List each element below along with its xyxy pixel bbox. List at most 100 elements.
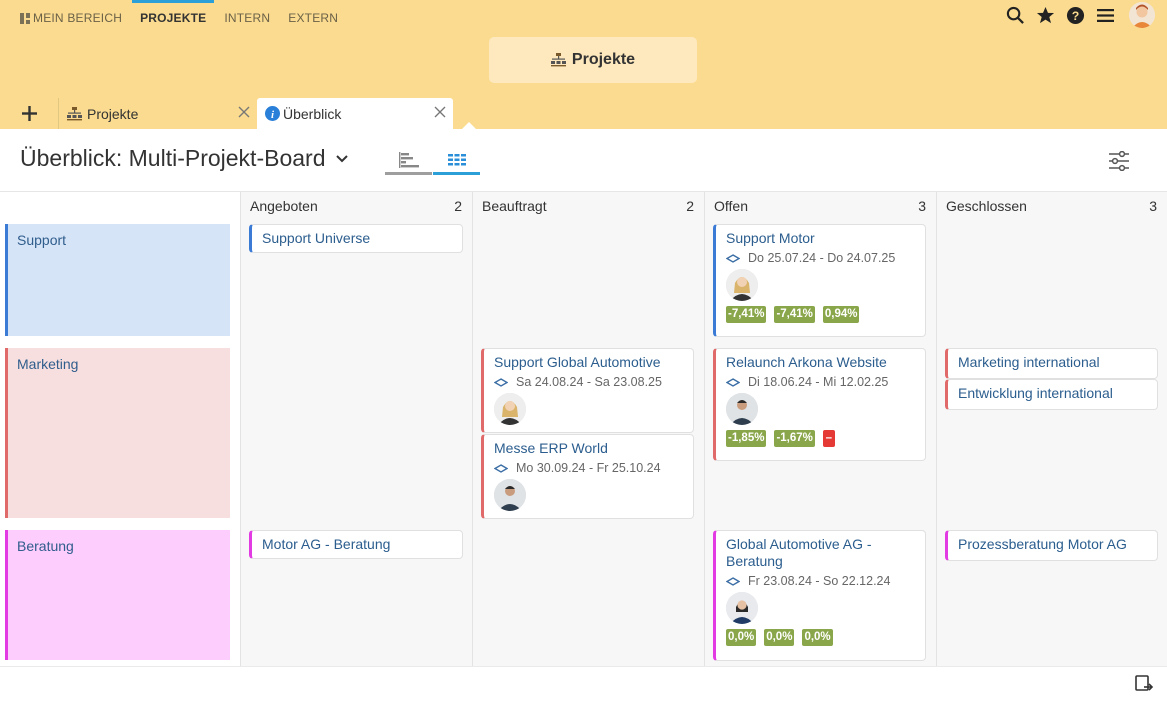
kpi-badge: 0,94%: [822, 306, 860, 323]
kpi-badge: -1,85%: [726, 430, 767, 447]
card-title: Support Universe: [262, 230, 371, 246]
milestone-icon: [726, 576, 740, 586]
card-title: Entwicklung international: [958, 385, 1113, 401]
gantt-icon: [398, 152, 419, 168]
project-card[interactable]: Marketing international: [945, 348, 1158, 379]
column-count: 3: [918, 198, 926, 214]
view-toggle: [385, 148, 480, 175]
hierarchy-icon: [67, 106, 82, 120]
user-avatar[interactable]: [1129, 2, 1155, 28]
nav-label: MEIN BEREICH: [33, 11, 123, 25]
tab-bar: Projekte i Überblick: [0, 98, 1167, 129]
close-icon[interactable]: [238, 106, 250, 118]
nav-label: INTERN: [224, 11, 271, 25]
footer-bar: [0, 666, 1167, 703]
board-title-dropdown[interactable]: Überblick: Multi-Projekt-Board: [20, 145, 349, 172]
column-count: 2: [454, 198, 462, 214]
project-card[interactable]: Support Universe: [249, 224, 463, 253]
date-range: Do 25.07.24 - Do 24.07.25: [748, 251, 896, 265]
project-card[interactable]: Relaunch Arkona Website Di 18.06.24 - Mi…: [713, 348, 926, 461]
nav-intern[interactable]: INTERN: [224, 7, 270, 29]
svg-text:?: ?: [1071, 8, 1079, 22]
kpi-badge: -7,41%: [774, 306, 815, 323]
chevron-down-icon: [336, 155, 349, 163]
nav-label: EXTERN: [288, 11, 339, 25]
milestone-icon: [494, 463, 508, 473]
filter-settings-icon[interactable]: [1108, 150, 1130, 176]
close-icon[interactable]: [434, 106, 446, 118]
help-icon[interactable]: ?: [1065, 5, 1085, 25]
star-icon[interactable]: [1035, 5, 1055, 25]
card-title: Prozessberatung Motor AG: [958, 536, 1127, 552]
nav-projekte[interactable]: PROJEKTE: [132, 0, 215, 29]
column-header: Offen 3: [714, 198, 926, 214]
kpi-row: -7,41% -7,41% 0,94%: [726, 306, 915, 323]
card-title: Global Automotive AG - Beratung: [726, 536, 872, 569]
app-header: MEIN BEREICH PROJEKTE INTERN EXTERN ? Pr: [0, 0, 1167, 129]
nav-mein-bereich[interactable]: MEIN BEREICH: [20, 7, 122, 29]
card-title: Relaunch Arkona Website: [726, 354, 887, 370]
nav-extern[interactable]: EXTERN: [288, 7, 338, 29]
tab-notch: [462, 122, 476, 129]
card-dates: Di 18.06.24 - Mi 12.02.25: [726, 375, 915, 389]
kpi-alert-badge: –: [822, 430, 835, 447]
project-card[interactable]: Support Motor Do 25.07.24 - Do 24.07.25 …: [713, 224, 926, 337]
board-view-button[interactable]: [433, 148, 480, 175]
person-avatar[interactable]: [726, 592, 758, 624]
column-header: Beauftragt 2: [482, 198, 694, 214]
gantt-view-button[interactable]: [385, 148, 432, 175]
tab-label: Projekte: [87, 105, 139, 122]
project-card[interactable]: Entwicklung international: [945, 379, 1158, 410]
project-card[interactable]: Messe ERP World Mo 30.09.24 - Fr 25.10.2…: [481, 434, 694, 519]
date-range: Mo 30.09.24 - Fr 25.10.24: [516, 461, 661, 475]
column-title: Beauftragt: [482, 198, 547, 214]
person-avatar[interactable]: [494, 479, 526, 511]
board-title: Überblick: Multi-Projekt-Board: [20, 145, 326, 171]
project-card[interactable]: Prozessberatung Motor AG: [945, 530, 1158, 561]
card-dates: Do 25.07.24 - Do 24.07.25: [726, 251, 915, 265]
plus-icon: [21, 106, 37, 121]
page-title: Projekte: [571, 51, 636, 68]
kanban-board: Angeboten 2 Beauftragt 2 Offen 3 Geschlo…: [0, 191, 1167, 666]
column-title: Geschlossen: [946, 198, 1027, 214]
project-card[interactable]: Global Automotive AG - Beratung Fr 23.08…: [713, 530, 926, 661]
person-avatar[interactable]: [726, 269, 758, 301]
person-avatar[interactable]: [494, 393, 526, 425]
date-range: Sa 24.08.24 - Sa 23.08.25: [516, 375, 662, 389]
column-count: 2: [686, 198, 694, 214]
column-angeboten: [240, 192, 472, 666]
row-label-support[interactable]: Support: [5, 224, 230, 336]
exit-icon[interactable]: [1134, 673, 1154, 698]
add-tab-button[interactable]: [0, 98, 58, 129]
card-title: Messe ERP World: [494, 440, 608, 456]
column-title: Offen: [714, 198, 748, 214]
row-label-beratung[interactable]: Beratung: [5, 530, 230, 660]
tab-ueberblick[interactable]: i Überblick: [257, 98, 453, 129]
project-card[interactable]: Support Global Automotive Sa 24.08.24 - …: [481, 348, 694, 433]
milestone-icon: [726, 253, 740, 263]
column-header: Geschlossen 3: [946, 198, 1157, 214]
kpi-badge: 0,0%: [764, 629, 795, 646]
column-geschlossen: [936, 192, 1167, 666]
kpi-badge: 0,0%: [726, 629, 757, 646]
row-title: Support: [17, 232, 67, 248]
kpi-badge: -7,41%: [726, 306, 767, 323]
search-icon[interactable]: [1005, 5, 1025, 25]
info-icon: i: [265, 106, 280, 121]
milestone-icon: [726, 377, 740, 387]
board-grid-icon: [447, 154, 466, 166]
person-avatar[interactable]: [726, 393, 758, 425]
menu-icon[interactable]: [1095, 5, 1115, 25]
hierarchy-icon: [550, 53, 566, 67]
project-card[interactable]: Motor AG - Beratung: [249, 530, 463, 559]
row-label-marketing[interactable]: Marketing: [5, 348, 230, 518]
page-title-chip: Projekte: [489, 37, 697, 83]
kpi-row: 0,0% 0,0% 0,0%: [726, 629, 915, 646]
card-dates: Mo 30.09.24 - Fr 25.10.24: [494, 461, 683, 475]
nav-label: PROJEKTE: [140, 11, 207, 25]
row-title: Marketing: [17, 356, 79, 372]
kpi-badge: -1,67%: [774, 430, 815, 447]
row-title: Beratung: [17, 538, 74, 554]
milestone-icon: [494, 377, 508, 387]
tab-projekte[interactable]: Projekte: [58, 98, 257, 129]
